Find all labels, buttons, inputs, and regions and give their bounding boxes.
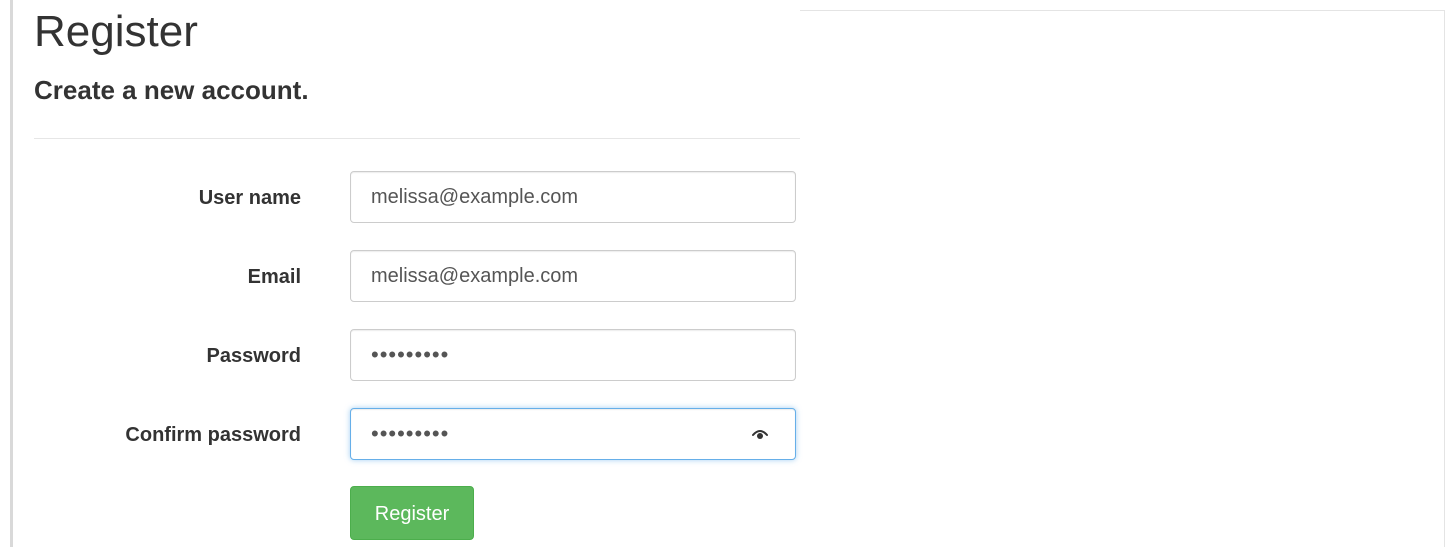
password-input[interactable] xyxy=(350,329,796,381)
confirm-password-row: Confirm password xyxy=(34,407,800,463)
email-row: Email xyxy=(34,249,800,305)
password-label: Password xyxy=(206,345,301,367)
page-title: Register xyxy=(34,7,198,56)
page-subtitle: Create a new account. xyxy=(34,75,309,105)
eye-icon[interactable] xyxy=(748,423,772,445)
username-input[interactable] xyxy=(350,171,796,223)
username-label: User name xyxy=(198,187,301,209)
left-border xyxy=(10,0,13,547)
register-page: Register Create a new account. User name… xyxy=(0,0,1453,547)
confirm-password-input[interactable] xyxy=(350,408,796,460)
password-row: Password xyxy=(34,328,800,384)
register-button[interactable]: Register xyxy=(350,486,474,540)
email-input[interactable] xyxy=(350,250,796,302)
divider xyxy=(34,138,800,139)
email-label: Email xyxy=(247,266,301,288)
username-row: User name xyxy=(34,170,800,226)
panel-outline xyxy=(800,10,1445,547)
confirm-password-label: Confirm password xyxy=(125,424,301,446)
